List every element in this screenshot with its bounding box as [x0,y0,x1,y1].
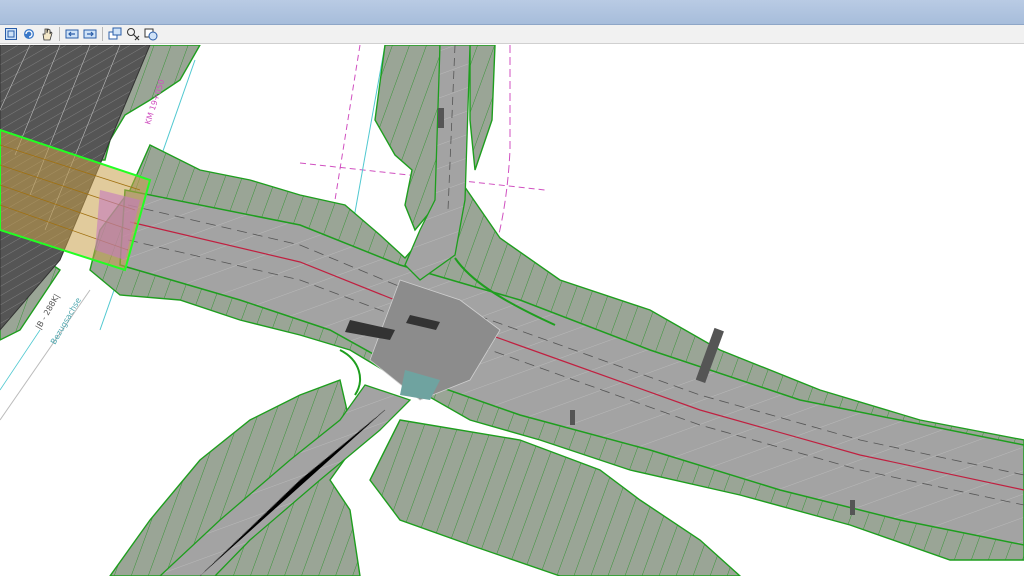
window-title-bar [0,0,1024,25]
next-view-button[interactable] [82,26,98,42]
rotate-view-icon [24,29,34,39]
toolbar-separator [102,27,103,41]
drawing-view[interactable]: KM 19+050 |B - 288K| Bezugsachse [0,45,1024,576]
toolbar-separator [59,27,60,41]
pan-view-button[interactable] [39,26,55,42]
view-toolbar [0,25,1024,44]
next-view-icon [83,29,97,39]
road-design-drawing: KM 19+050 |B - 288K| Bezugsachse [0,45,1024,576]
previous-view-button[interactable] [64,26,80,42]
view-attributes-icon [144,28,158,41]
rotate-view-button[interactable] [21,26,37,42]
clip-volume-icon [127,28,140,41]
view-attributes-button[interactable] [143,26,159,42]
previous-view-icon [65,29,79,39]
pan-hand-icon [42,28,53,41]
fit-view-icon [5,28,17,40]
fit-view-button[interactable] [3,26,19,42]
copy-view-button[interactable] [107,26,123,42]
clip-volume-button[interactable] [125,26,141,42]
copy-view-icon [108,27,122,40]
